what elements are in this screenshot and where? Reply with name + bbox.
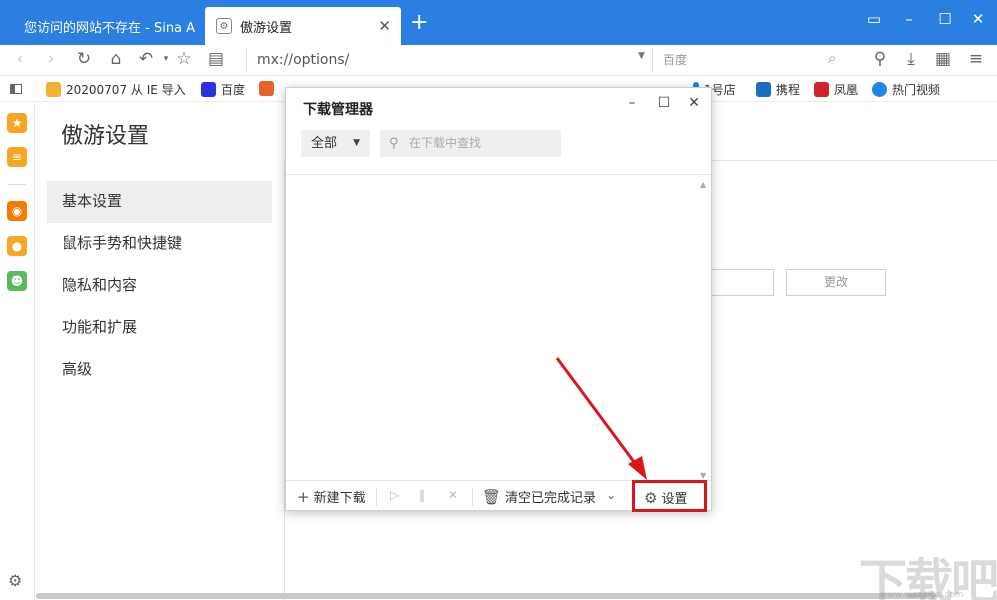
new-download-button[interactable]: + 新建下载 [297, 487, 366, 507]
tab-sina[interactable]: 您访问的网站不存在 - Sina A [10, 7, 202, 45]
download-path-field[interactable] [706, 269, 774, 296]
bookmark-item[interactable] [259, 81, 279, 96]
ie-icon [872, 82, 887, 97]
notes-icon[interactable]: ≡ [7, 147, 27, 167]
watermark-url: www.xiazaiba.com [880, 590, 964, 600]
maximize-icon[interactable]: ☐ [935, 10, 955, 28]
bookmark-item[interactable]: 携程 [756, 81, 800, 98]
gear-icon: ⚙ [644, 488, 658, 507]
download-manager-dialog: 下载管理器 – ☐ ✕ 全部 ▼ ⚲ 在下载中查找 ▲ ▼ + 新建下载 ▷ ‖… [285, 87, 712, 512]
tab-bar: 您访问的网站不存在 - Sina A ⚙ 傲游设置 ✕ + ▭ – ☐ ✕ [0, 0, 997, 45]
address-dropdown-icon[interactable]: ▼ [638, 51, 645, 61]
search-input[interactable]: 百度 [652, 48, 852, 72]
clear-completed-button[interactable]: 🗑 清空已完成记录 [482, 487, 597, 507]
reader-icon[interactable]: ▤ [205, 49, 227, 69]
filter-dropdown[interactable]: 全部 ▼ [301, 130, 370, 157]
dialog-footer: + 新建下载 ▷ ‖ ✕ 🗑 清空已完成记录 ⌄ ⚙ 设置 [286, 480, 711, 512]
close-icon[interactable]: ✕ [685, 95, 703, 111]
close-icon[interactable]: ✕ [968, 10, 988, 28]
download-list [286, 174, 711, 479]
divider [705, 160, 997, 161]
bookmark-label: 百度 [221, 83, 246, 97]
button-label: 清空已完成记录 [505, 491, 597, 506]
search-placeholder: 在下载中查找 [409, 136, 482, 150]
folder-icon [46, 82, 61, 97]
bookmark-label: 凤凰 [834, 83, 859, 97]
settings-nav-gestures[interactable]: 鼠标手势和快捷键 [47, 223, 272, 265]
taobao-icon [259, 81, 274, 96]
plus-icon: + [297, 487, 310, 506]
chevron-down-icon[interactable]: ⌄ [606, 488, 616, 502]
undo-icon[interactable]: ↶ [135, 49, 157, 69]
address-bar[interactable]: mx://options/ [246, 48, 651, 72]
bookmark-item[interactable]: 百度 [201, 81, 245, 98]
close-tab-icon[interactable]: ✕ [378, 17, 391, 35]
settings-nav-privacy[interactable]: 隐私和内容 [47, 265, 272, 307]
tab-title: 您访问的网站不存在 - Sina A [24, 20, 196, 36]
settings-gear-icon[interactable]: ⚙ [8, 571, 22, 590]
bookmark-item[interactable]: 热门视频 [872, 81, 940, 98]
quick-sidebar: ★ ≡ ◉ ● ☻ [0, 103, 35, 600]
download-icon[interactable]: ⤓ [900, 49, 922, 69]
restore-icon[interactable]: ▭ [864, 10, 884, 28]
settings-nav: 基本设置 鼠标手势和快捷键 隐私和内容 功能和扩展 高级 [47, 181, 272, 391]
search-icon: ⚲ [389, 136, 399, 151]
settings-button[interactable]: ⚙ 设置 [632, 480, 707, 512]
divider [376, 488, 377, 506]
user-icon[interactable]: ⚲ [869, 49, 891, 69]
settings-nav-features[interactable]: 功能和扩展 [47, 307, 272, 349]
extensions-icon[interactable]: ▦ [932, 49, 954, 69]
search-icon[interactable]: ⌕ [828, 49, 836, 67]
baidu-icon [201, 82, 216, 97]
change-button[interactable]: 更改 [786, 269, 886, 296]
bookmark-label: 携程 [776, 83, 801, 97]
reload-icon[interactable]: ↻ [73, 49, 95, 69]
tab-options[interactable]: ⚙ 傲游设置 ✕ [205, 7, 401, 45]
sidebar-toggle-icon[interactable] [10, 84, 22, 94]
cancel-icon[interactable]: ✕ [448, 488, 458, 502]
button-label: 设置 [661, 492, 688, 507]
trash-icon: 🗑 [482, 487, 502, 506]
button-label: 新建下载 [313, 491, 366, 506]
new-tab-button[interactable]: + [410, 10, 428, 35]
divider [472, 488, 473, 506]
scroll-down-icon[interactable]: ▼ [700, 471, 706, 480]
star-icon[interactable]: ☆ [173, 49, 195, 69]
favorites-icon[interactable]: ★ [7, 113, 27, 133]
chevron-down-icon: ▼ [353, 138, 360, 148]
bookmark-item[interactable]: 20200707 从 IE 导入 [46, 81, 186, 98]
minimize-icon[interactable]: – [899, 10, 919, 28]
play-icon[interactable]: ▷ [390, 488, 399, 502]
back-icon[interactable]: ‹ [9, 49, 31, 69]
gear-icon: ⚙ [216, 18, 232, 34]
bookmark-item[interactable]: 凤凰 [814, 81, 858, 98]
forward-icon[interactable]: › [40, 49, 62, 69]
tab-title: 傲游设置 [240, 20, 293, 36]
download-search-input[interactable]: ⚲ 在下载中查找 [380, 130, 561, 157]
sidebar-divider [8, 184, 26, 185]
ifeng-icon [814, 82, 829, 97]
ctrip-icon [756, 82, 771, 97]
navigation-bar: ‹ › ↻ ⌂ ↶ ▾ ☆ ▤ mx://options/ 百度 ⚲ ⤓ ▦ ≡ [0, 45, 997, 76]
scroll-up-icon[interactable]: ▲ [700, 180, 706, 189]
menu-icon[interactable]: ≡ [965, 49, 987, 69]
home-icon[interactable]: ⌂ [105, 49, 127, 69]
bookmark-label: 热门视频 [892, 83, 941, 97]
maximize-icon[interactable]: ☐ [655, 95, 673, 111]
minimize-icon[interactable]: – [623, 95, 641, 111]
pause-icon[interactable]: ‖ [419, 488, 425, 502]
filter-value: 全部 [311, 136, 338, 151]
wechat-icon[interactable]: ☻ [7, 271, 27, 291]
dialog-title: 下载管理器 [303, 102, 373, 118]
weibo-icon[interactable]: ● [7, 236, 27, 256]
rss-icon[interactable]: ◉ [7, 201, 27, 221]
vertical-scrollbar[interactable]: ▲ ▼ [700, 180, 709, 480]
bookmark-label: 20200707 从 IE 导入 [66, 83, 186, 97]
settings-nav-basic[interactable]: 基本设置 [47, 181, 272, 223]
horizontal-scrollbar[interactable] [36, 593, 936, 599]
settings-nav-advanced[interactable]: 高级 [47, 349, 272, 391]
page-title: 傲游设置 [61, 124, 150, 149]
